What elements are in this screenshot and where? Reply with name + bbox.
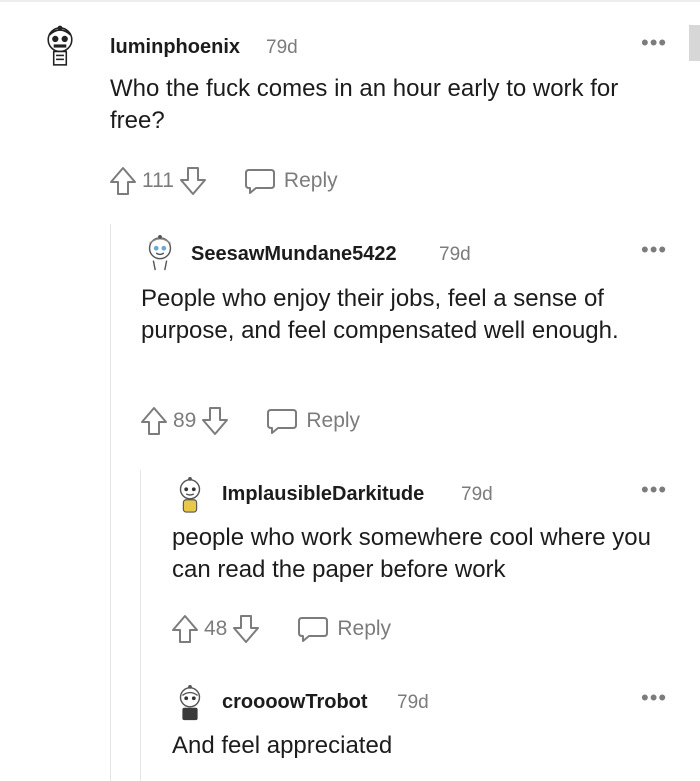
top-border xyxy=(0,0,700,2)
comment-body: And feel appreciated xyxy=(172,732,393,759)
thread-line-level-2[interactable] xyxy=(140,470,141,781)
avatar[interactable] xyxy=(143,234,177,272)
comment-actions: 89 Reply xyxy=(139,401,360,441)
username[interactable]: luminphoenix xyxy=(110,36,240,59)
vote-score: 111 xyxy=(142,169,174,192)
speech-bubble-icon xyxy=(267,409,298,434)
downvote-arrow-icon[interactable] xyxy=(200,405,230,437)
reply-button[interactable]: Reply xyxy=(266,406,360,436)
reply-button[interactable]: Reply xyxy=(297,614,391,644)
more-dots-icon[interactable]: ••• xyxy=(641,32,667,54)
more-dots-icon[interactable]: ••• xyxy=(641,239,667,261)
comment-age[interactable]: 79d xyxy=(439,244,471,266)
vote-score: 89 xyxy=(173,409,197,432)
reply-label: Reply xyxy=(306,409,361,432)
avatar[interactable] xyxy=(173,476,207,514)
speech-bubble-icon xyxy=(298,617,329,642)
more-dots-icon[interactable]: ••• xyxy=(641,687,667,709)
avatar[interactable] xyxy=(40,24,80,68)
reply-label: Reply xyxy=(283,169,338,192)
comment-body: people who work somewhere cool where you… xyxy=(172,524,651,583)
speech-bubble-icon xyxy=(244,169,275,194)
comment-body: People who enjoy their jobs, feel a sens… xyxy=(141,285,619,344)
upvote-arrow-icon[interactable] xyxy=(139,405,169,437)
comment-age[interactable]: 79d xyxy=(266,37,298,59)
upvote-arrow-icon[interactable] xyxy=(108,165,138,197)
avatar[interactable] xyxy=(173,684,207,722)
more-dots-icon[interactable]: ••• xyxy=(641,479,667,501)
username[interactable]: croooowTrobot xyxy=(222,691,368,714)
comment-body: Who the fuck comes in an hour early to w… xyxy=(110,75,619,134)
thread-line-level-1[interactable] xyxy=(110,224,111,781)
username[interactable]: SeesawMundane5422 xyxy=(191,243,397,266)
comment-age[interactable]: 79d xyxy=(461,484,493,506)
comment-actions: 48 Reply xyxy=(170,609,391,649)
vote-score: 48 xyxy=(204,617,228,640)
scrollbar-thumb[interactable] xyxy=(689,25,700,61)
reply-label: Reply xyxy=(337,617,392,640)
username[interactable]: ImplausibleDarkitude xyxy=(222,483,424,506)
upvote-arrow-icon[interactable] xyxy=(170,613,200,645)
comment-actions: 111 Reply xyxy=(108,161,338,201)
comment-age[interactable]: 79d xyxy=(397,692,429,714)
reply-button[interactable]: Reply xyxy=(244,166,338,196)
downvote-arrow-icon[interactable] xyxy=(178,165,208,197)
downvote-arrow-icon[interactable] xyxy=(231,613,261,645)
